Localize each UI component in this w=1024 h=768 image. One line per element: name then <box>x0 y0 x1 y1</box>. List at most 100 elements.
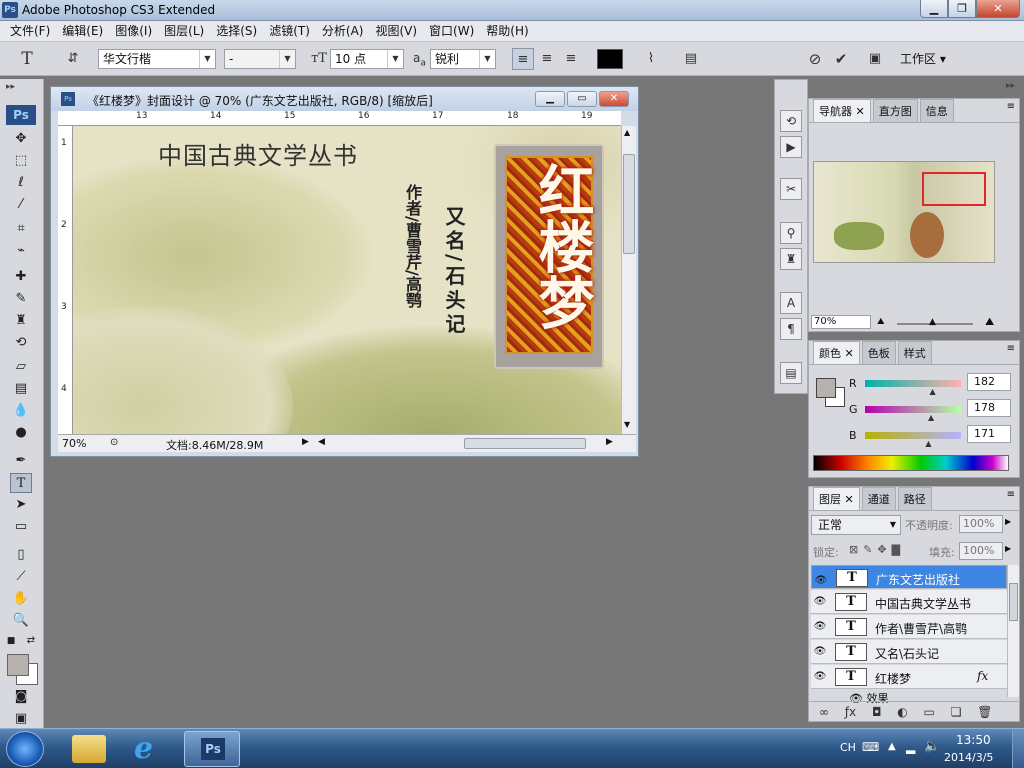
language-indicator[interactable]: CH <box>840 741 856 754</box>
layer-effects-icon[interactable]: fx <box>977 669 988 683</box>
network-icon[interactable]: ▂ <box>906 740 915 754</box>
font-family-select[interactable]: 华文行楷 ▼ <box>98 49 216 69</box>
layers-scrollbar[interactable] <box>1007 565 1019 697</box>
visibility-eye-icon[interactable]: 👁 <box>813 646 827 658</box>
actions-panel-icon[interactable]: ▶ <box>780 136 802 158</box>
healing-brush-icon[interactable]: ✚ <box>10 267 32 287</box>
menu-select[interactable]: 选择(S) <box>210 21 263 41</box>
doc-minimize-button[interactable]: ▁ <box>535 91 565 107</box>
status-arrow-icon[interactable]: ▶ <box>302 437 309 447</box>
workspace-menu[interactable]: 工作区 ▾ <box>900 50 946 67</box>
scroll-left-icon[interactable]: ◀ <box>318 437 325 447</box>
character-panel-strip-icon[interactable]: A <box>780 292 802 314</box>
navigator-zoom-thumb[interactable]: ▲ <box>929 317 936 327</box>
explorer-taskbar-icon[interactable] <box>72 735 106 763</box>
blue-value-field[interactable]: 171 <box>967 425 1011 443</box>
color-spectrum-ramp[interactable] <box>813 455 1009 471</box>
text-orientation-toggle-icon[interactable]: ⇵ <box>62 48 84 70</box>
path-selection-icon[interactable]: ➤ <box>10 495 32 515</box>
pen-tool-icon[interactable]: ✒ <box>10 451 32 471</box>
document-title-bar[interactable]: Ps 《红楼梦》封面设计 @ 70% (广东文艺出版社, RGB/8) [缩放后… <box>51 87 638 111</box>
menu-analysis[interactable]: 分析(A) <box>316 21 370 41</box>
cancel-edit-icon[interactable]: ⊘ <box>804 48 826 70</box>
layer-row[interactable]: 👁 T 中国古典文学丛书 <box>811 590 1007 614</box>
tab-color[interactable]: 颜色 ✕ <box>813 341 860 364</box>
visibility-eye-icon[interactable]: 👁 <box>814 572 828 586</box>
clock-date[interactable]: 2014/3/5 <box>944 751 993 764</box>
magic-wand-tool-icon[interactable]: ⁄ <box>10 195 32 215</box>
ruler-horizontal[interactable]: 13 14 15 16 17 18 19 <box>58 111 621 126</box>
layer-row[interactable]: 👁 T 红楼梦 fx <box>811 665 1007 689</box>
scroll-right-icon[interactable]: ▶ <box>606 437 613 447</box>
minimize-button[interactable]: ▁ <box>920 0 948 18</box>
red-value-field[interactable]: 182 <box>967 373 1011 391</box>
blur-tool-icon[interactable]: 💧 <box>10 401 32 421</box>
menu-image[interactable]: 图像(I) <box>109 21 158 41</box>
align-left-icon[interactable]: ≡ <box>512 48 534 70</box>
navigator-thumbnail[interactable] <box>813 161 995 263</box>
rectangle-shape-icon[interactable]: ▭ <box>10 517 32 537</box>
zoom-level[interactable]: 70% <box>62 437 86 450</box>
zoom-in-icon[interactable]: ⛰ <box>985 315 994 329</box>
align-center-icon[interactable]: ≡ <box>536 48 558 70</box>
menu-help[interactable]: 帮助(H) <box>480 21 534 41</box>
menu-filter[interactable]: 滤镜(T) <box>263 21 316 41</box>
restore-button[interactable]: ❐ <box>948 0 976 18</box>
vertical-scrollbar[interactable]: ▲ ▼ <box>621 126 636 434</box>
vertical-scroll-thumb[interactable] <box>623 154 635 254</box>
doc-restore-button[interactable]: ▭ <box>567 91 597 107</box>
antialias-select[interactable]: 锐利 ▼ <box>430 49 496 69</box>
tab-swatches[interactable]: 色板 <box>861 341 896 364</box>
fill-arrow-icon[interactable]: ▶ <box>1005 544 1011 553</box>
collapse-toolbar-icon[interactable]: ▸▸ <box>6 82 15 92</box>
menu-edit[interactable]: 编辑(E) <box>56 21 109 41</box>
keyboard-icon[interactable]: ⌨ <box>862 740 879 754</box>
dodge-tool-icon[interactable]: ● <box>10 423 32 443</box>
character-panel-icon[interactable]: ▤ <box>680 48 702 70</box>
foreground-color-swatch[interactable] <box>7 654 29 676</box>
move-tool-icon[interactable]: ✥ <box>10 129 32 149</box>
screen-mode-icon[interactable]: ▣ <box>10 709 32 729</box>
view-box[interactable] <box>922 172 986 206</box>
start-button[interactable] <box>6 731 44 767</box>
notes-panel-icon[interactable]: ▤ <box>780 362 802 384</box>
hand-tool-icon[interactable]: ✋ <box>10 589 32 609</box>
panel-menu-icon[interactable]: ≡ <box>1007 489 1015 500</box>
status-menu-icon[interactable]: ⊙ <box>110 437 118 448</box>
expand-dock-icon[interactable]: ▸▸ <box>1006 81 1015 91</box>
tab-info[interactable]: 信息 <box>919 99 954 122</box>
document-canvas[interactable]: 中国古典文学丛书 作者/曹雪芹/高鹗 又名/石头记 红楼梦 <box>73 126 621 434</box>
paragraph-panel-icon[interactable]: ¶ <box>780 318 802 340</box>
tab-channels[interactable]: 通道 <box>861 487 896 510</box>
lock-icons[interactable]: ⊠✎✥▇ <box>849 543 905 556</box>
tab-layers[interactable]: 图层 ✕ <box>813 487 860 510</box>
tab-navigator[interactable]: 导航器 ✕ <box>813 99 871 122</box>
font-style-select[interactable]: - ▼ <box>224 49 296 69</box>
eraser-tool-icon[interactable]: ▱ <box>10 357 32 377</box>
clock-time[interactable]: 13:50 <box>956 733 991 747</box>
blue-slider[interactable] <box>865 432 961 439</box>
horizontal-scroll-thumb[interactable] <box>464 438 586 449</box>
crop-tool-icon[interactable]: ⌗ <box>10 219 32 239</box>
align-right-icon[interactable]: ≡ <box>560 48 582 70</box>
tab-histogram[interactable]: 直方图 <box>872 99 918 122</box>
ie-taskbar-icon[interactable]: e <box>134 731 153 766</box>
text-tool-preset-icon[interactable]: T <box>16 48 38 70</box>
menu-window[interactable]: 窗口(W) <box>423 21 480 41</box>
visibility-eye-icon[interactable]: 👁 <box>813 671 827 683</box>
zoom-tool-icon[interactable]: 🔍 <box>10 611 32 631</box>
green-slider-thumb[interactable]: ▲ <box>928 413 934 422</box>
close-button[interactable]: ✕ <box>976 0 1020 18</box>
quick-mask-icon[interactable]: ◙ <box>10 687 32 707</box>
panel-menu-icon[interactable]: ≡ <box>1007 343 1015 354</box>
visibility-eye-icon[interactable]: 👁 <box>813 621 827 633</box>
history-brush-icon[interactable]: ⟲ <box>10 333 32 353</box>
volume-icon[interactable]: 🔈 <box>924 739 940 754</box>
eyedropper-tool-icon[interactable]: ⟋ <box>10 567 32 587</box>
text-color-swatch[interactable] <box>597 49 623 69</box>
menu-layer[interactable]: 图层(L) <box>158 21 210 41</box>
bridge-icon[interactable]: ▣ <box>864 48 886 70</box>
fill-field[interactable]: 100% <box>959 542 1003 560</box>
clone-source-icon[interactable]: ♜ <box>780 248 802 270</box>
layers-scroll-thumb[interactable] <box>1009 583 1018 621</box>
